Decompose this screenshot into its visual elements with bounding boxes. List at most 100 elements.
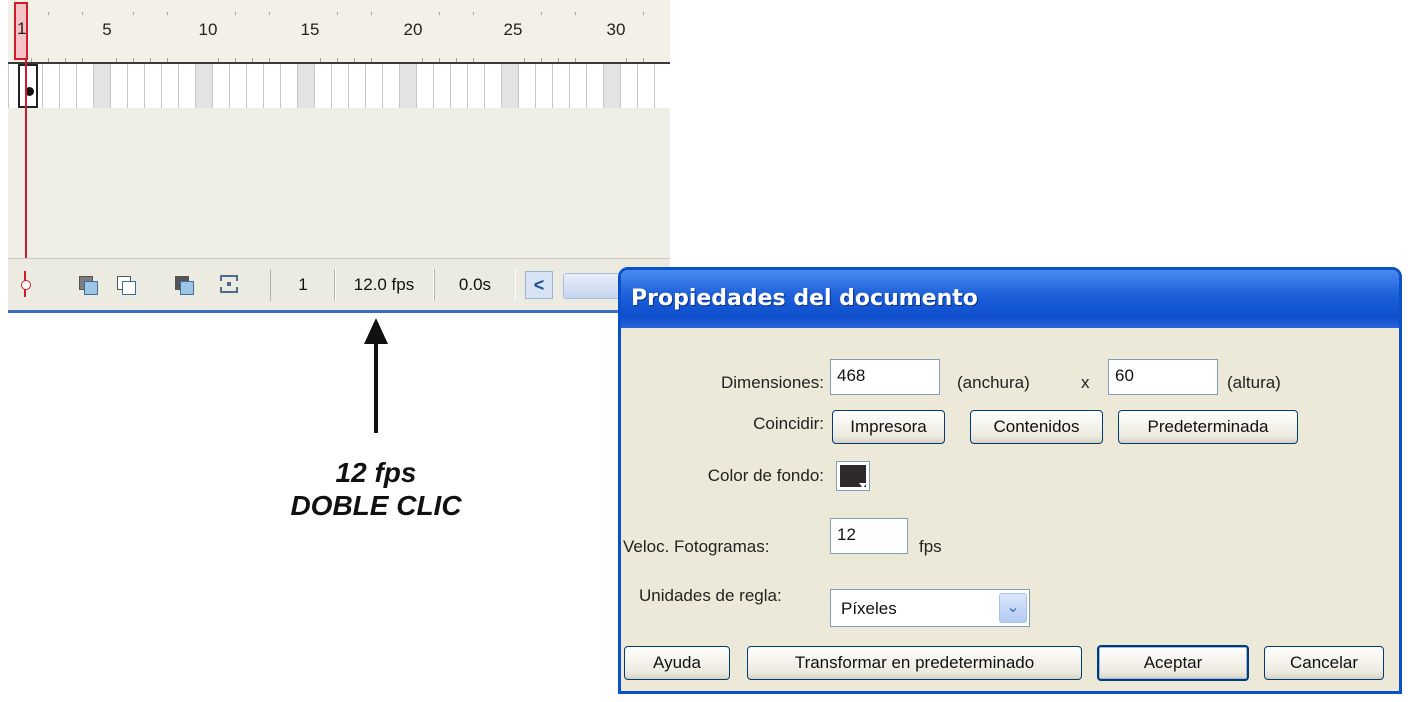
background-color-label: Color de fondo: [707, 466, 824, 485]
ruler-tick [252, 58, 253, 62]
frame-cell-shaded [196, 64, 212, 108]
match-printer-button[interactable]: Impresora [832, 410, 945, 444]
fps-unit-label: fps [919, 537, 942, 556]
ruler-number-15: 15 [300, 20, 320, 39]
ruler-tick [524, 58, 525, 62]
frame-cell-shaded [94, 64, 110, 108]
ruler-tick [235, 12, 236, 15]
ruler-tick [541, 12, 542, 15]
timeline-status-bar: 1 12.0 fps 0.0s < [8, 258, 670, 311]
annotation-line-2: DOBLE CLIC [290, 490, 462, 521]
ruler-tick [575, 12, 576, 15]
height-unit-label: (altura) [1227, 373, 1281, 392]
ruler-number-30: 30 [606, 20, 626, 39]
timeline-panel: 1 5 10 15 20 25 30 1 12.0 fps 0.0s < [8, 0, 670, 313]
ruler-tick [82, 12, 83, 15]
ruler-tick [422, 58, 423, 62]
annotation-line-1: 12 fps [335, 457, 417, 488]
ruler-tick [541, 58, 542, 62]
elapsed-time-field: 0.0s [434, 269, 516, 301]
ruler-tick [575, 58, 576, 62]
dialog-titlebar[interactable]: Propiedades del documento [621, 270, 1399, 328]
ruler-tick [337, 58, 338, 62]
ruler-number-25: 25 [503, 20, 523, 39]
match-contents-button[interactable]: Contenidos [970, 410, 1103, 444]
frame-rate-field[interactable]: 12.0 fps [334, 269, 434, 301]
times-sign: x [1081, 373, 1090, 392]
frame-cell-shaded [400, 64, 416, 108]
ruler-tick [167, 12, 168, 15]
chevron-down-icon[interactable]: ⌄ [999, 593, 1027, 623]
playhead-line [25, 60, 27, 286]
ruler-tick [439, 12, 440, 15]
frame-cell-shaded [604, 64, 620, 108]
width-unit-label: (anchura) [957, 373, 1030, 392]
match-default-button[interactable]: Predeterminada [1118, 410, 1298, 444]
ruler-tick [473, 58, 474, 62]
ruler-tick [48, 12, 49, 15]
width-input[interactable]: 468 [830, 359, 940, 395]
ruler-tick [48, 58, 49, 62]
ok-button[interactable]: Aceptar [1097, 645, 1249, 681]
dimensions-label: Dimensiones: [721, 373, 824, 392]
ruler-number-5: 5 [102, 20, 112, 39]
frame-cell-shaded [298, 64, 314, 108]
onion-skin-icon[interactable] [76, 273, 100, 295]
ruler-tick [558, 58, 559, 62]
cancel-button[interactable]: Cancelar [1264, 646, 1384, 680]
ruler-units-label: Unidades de regla: [639, 586, 782, 605]
dialog-title: Propiedades del documento [631, 286, 978, 311]
ruler-tick [82, 58, 83, 62]
ruler-tick [320, 58, 321, 62]
ruler-tick [150, 58, 151, 62]
frame-cells[interactable] [8, 64, 670, 108]
ruler-units-select[interactable]: Píxeles ⌄ [830, 589, 1030, 627]
match-label: Coincidir: [753, 414, 824, 433]
ruler-tick [439, 58, 440, 62]
ruler-tick [473, 12, 474, 15]
frame-rate-label: Veloc. Fotogramas: [623, 537, 770, 556]
center-frame-icon[interactable] [18, 271, 32, 297]
background-color-picker[interactable] [836, 461, 870, 491]
ruler-tick [133, 12, 134, 15]
dialog-body: Dimensiones: 468 (anchura) x 60 (altura)… [621, 328, 1399, 691]
frame-cell-shaded [502, 64, 518, 108]
ruler-tick [337, 12, 338, 15]
scroll-left-button[interactable]: < [525, 271, 553, 299]
height-input[interactable]: 60 [1108, 359, 1218, 395]
ruler-number-20: 20 [403, 20, 423, 39]
make-default-button[interactable]: Transformar en predeterminado [747, 646, 1082, 680]
ruler-tick [116, 58, 117, 62]
ruler-tick [65, 58, 66, 62]
help-button[interactable]: Ayuda [624, 646, 730, 680]
frame-ruler[interactable]: 1 5 10 15 20 25 30 [8, 0, 670, 64]
ruler-tick [218, 58, 219, 62]
arrow-shaft [374, 340, 378, 433]
ruler-tick [235, 58, 236, 62]
document-properties-dialog: Propiedades del documento Dimensiones: 4… [618, 267, 1402, 694]
ruler-tick [643, 58, 644, 62]
current-frame-field: 1 [270, 269, 336, 301]
ruler-tick [354, 58, 355, 62]
timeline-empty-area [8, 108, 670, 258]
ruler-units-value: Píxeles [841, 599, 897, 618]
ruler-number-1: 1 [17, 19, 27, 38]
ruler-tick [167, 58, 168, 62]
ruler-tick [269, 58, 270, 62]
ruler-tick [133, 58, 134, 62]
frame-rate-input[interactable]: 12 [830, 518, 908, 554]
edit-multiple-frames-icon[interactable] [172, 273, 196, 295]
ruler-tick [371, 58, 372, 62]
ruler-tick [371, 12, 372, 15]
keyframe-1[interactable] [18, 64, 38, 108]
onion-skin-outlines-icon[interactable] [114, 273, 138, 295]
dropdown-caret-icon [859, 483, 867, 488]
ruler-tick [269, 12, 270, 15]
ruler-tick [626, 58, 627, 62]
ruler-tick [456, 58, 457, 62]
panel-border [8, 310, 670, 313]
modify-onion-markers-icon[interactable] [218, 273, 242, 295]
ruler-tick [643, 12, 644, 15]
ruler-number-10: 10 [198, 20, 218, 39]
ruler-tick [31, 58, 32, 62]
